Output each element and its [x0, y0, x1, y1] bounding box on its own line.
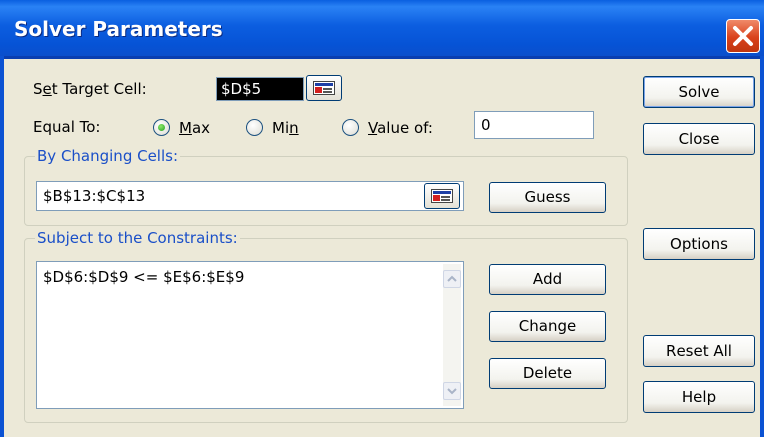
min-radio[interactable] [246, 119, 263, 136]
delete-button[interactable]: Delete [489, 358, 606, 389]
dialog-title: Solver Parameters [14, 17, 223, 41]
constraints-label: Subject to the Constraints: [35, 229, 240, 247]
solver-dialog: Solver Parameters Set Target Cell: $D$5 … [0, 0, 764, 437]
scroll-down-icon [447, 388, 457, 395]
scroll-up-button[interactable] [443, 270, 461, 288]
close-button[interactable]: Close [643, 123, 755, 155]
target-cell-input[interactable]: $D$5 [216, 77, 304, 101]
constraints-scrollbar[interactable] [443, 264, 461, 406]
title-bar[interactable]: Solver Parameters [0, 0, 764, 59]
guess-button[interactable]: Guess [489, 182, 606, 213]
max-label[interactable]: Max [179, 119, 210, 137]
changing-cells-input[interactable]: $B$13:$C$13 [36, 181, 464, 211]
window-frame-left [0, 56, 4, 437]
value-of-input[interactable]: 0 [474, 111, 594, 139]
change-button[interactable]: Change [489, 311, 606, 342]
value-of-label[interactable]: Value of: [368, 119, 433, 137]
scroll-down-button[interactable] [443, 382, 461, 400]
max-radio[interactable] [153, 119, 170, 136]
min-label[interactable]: Min [272, 119, 299, 137]
add-button[interactable]: Add [489, 264, 606, 295]
constraints-listbox[interactable]: $D$6:$D$9 <= $E$6:$E$9 [36, 261, 464, 409]
range-select-icon [313, 81, 335, 95]
value-of-radio[interactable] [342, 119, 359, 136]
close-window-button[interactable] [726, 19, 760, 53]
range-select-icon [431, 189, 453, 203]
window-frame-right [760, 56, 764, 437]
target-cell-range-button[interactable] [306, 75, 342, 101]
options-button[interactable]: Options [643, 228, 755, 260]
constraint-item[interactable]: $D$6:$D$9 <= $E$6:$E$9 [43, 268, 244, 286]
help-button[interactable]: Help [643, 381, 755, 413]
reset-all-button[interactable]: Reset All [643, 335, 755, 367]
scroll-up-icon [447, 275, 457, 282]
close-icon [733, 26, 753, 46]
solve-button[interactable]: Solve [643, 76, 755, 108]
changing-cells-label: By Changing Cells: [35, 147, 181, 165]
changing-cells-range-button[interactable] [424, 183, 460, 209]
equal-to-label: Equal To: [33, 118, 101, 136]
target-cell-label: Set Target Cell: [33, 80, 147, 98]
